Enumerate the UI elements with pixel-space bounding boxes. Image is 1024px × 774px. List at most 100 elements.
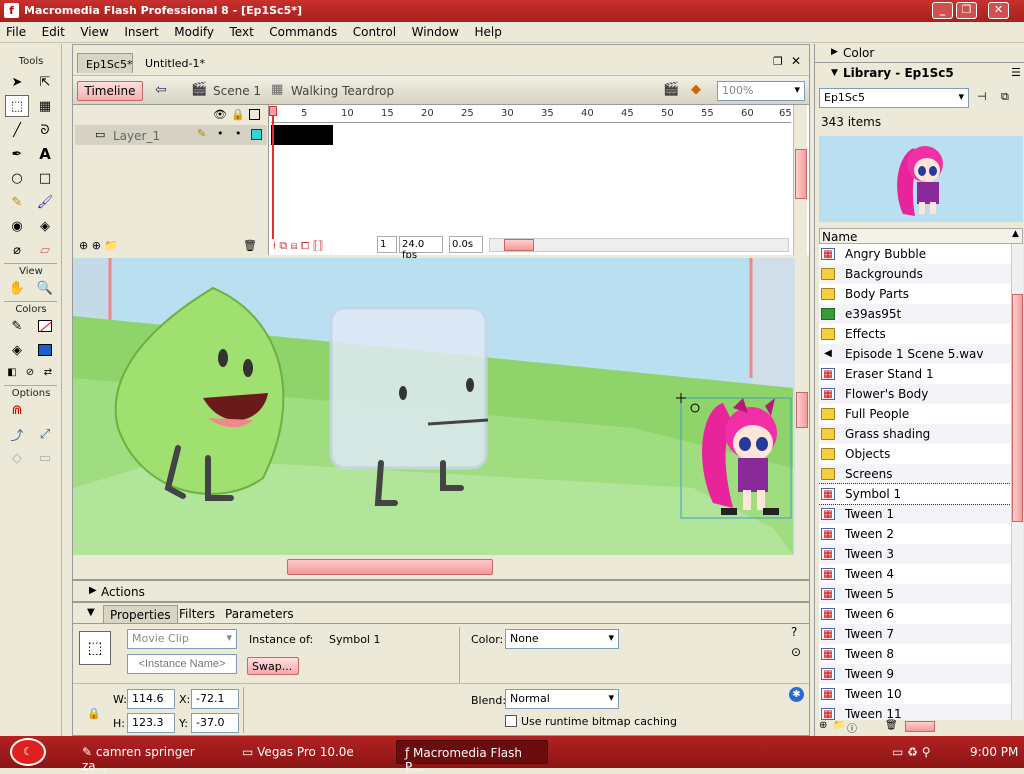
library-item[interactable]: ▦ Tween 11: [819, 704, 1011, 720]
library-item[interactable]: ▦ Tween 2: [819, 524, 1011, 544]
color-panel-arrow-icon[interactable]: ▶: [831, 47, 838, 57]
edit-symbol-icon[interactable]: ◆: [691, 82, 701, 97]
library-item[interactable]: Objects: [819, 444, 1011, 464]
menu-modify[interactable]: Modify: [168, 22, 220, 42]
tab-filters[interactable]: Filters: [179, 607, 215, 621]
layer-outline-color[interactable]: [251, 129, 262, 140]
layer-lock-dot[interactable]: •: [235, 127, 242, 140]
snap-magnet-icon[interactable]: ⋒: [5, 399, 29, 421]
frame-ruler[interactable]: 1 5 10 15 20 25 30 35 40 45 50 55 60 65: [271, 105, 792, 123]
library-item[interactable]: Body Parts: [819, 284, 1011, 304]
library-item[interactable]: ▦ Angry Bubble: [819, 244, 1011, 264]
library-item[interactable]: ▦ Symbol 1: [819, 483, 1011, 505]
menu-insert[interactable]: Insert: [118, 22, 164, 42]
pencil-tool-icon[interactable]: ✎: [5, 191, 29, 213]
library-item[interactable]: Backgrounds: [819, 264, 1011, 284]
tray-icons[interactable]: ▭ ♻ ⚲: [892, 745, 931, 759]
color-effect-select[interactable]: None: [505, 629, 619, 649]
new-library-icon[interactable]: ⧉: [1001, 90, 1009, 104]
taskbar-item-vegas[interactable]: ▭ Vegas Pro 10.0e: [234, 740, 386, 764]
stroke-color-icon[interactable]: ✎: [5, 315, 29, 337]
stage-hscroll-thumb[interactable]: [287, 559, 493, 575]
instance-name-input[interactable]: [127, 654, 237, 674]
taskbar-item-flash[interactable]: ƒ Macromedia Flash P...: [396, 740, 548, 774]
layer-row[interactable]: ▭ Layer_1 ✎ • •: [75, 125, 267, 145]
library-column-header[interactable]: Name ▲: [819, 228, 1023, 244]
edit-scene-icon[interactable]: 🎬: [663, 82, 679, 97]
timeline-hscroll[interactable]: [489, 238, 789, 252]
library-item[interactable]: ◀ Episode 1 Scene 5.wav: [819, 344, 1011, 364]
free-transform-tool-icon[interactable]: ⬚: [5, 95, 29, 117]
library-menu-icon[interactable]: ☰: [1011, 66, 1021, 79]
library-item[interactable]: ▦ Tween 9: [819, 664, 1011, 684]
close-button[interactable]: ✕: [988, 2, 1009, 19]
accessibility-icon[interactable]: ✱: [789, 687, 804, 702]
menu-text[interactable]: Text: [224, 22, 260, 42]
y-input[interactable]: -37.0: [191, 713, 239, 733]
library-item[interactable]: Full People: [819, 404, 1011, 424]
no-color-icon[interactable]: ⊘: [23, 361, 37, 383]
start-button[interactable]: ☾: [10, 738, 46, 766]
close-doc-icon[interactable]: ✕: [791, 54, 801, 68]
fill-color-icon[interactable]: ◈: [5, 339, 29, 361]
library-item[interactable]: ▦ Tween 3: [819, 544, 1011, 564]
library-item[interactable]: ▦ Flower's Body: [819, 384, 1011, 404]
lasso-tool-icon[interactable]: ᘐ: [33, 119, 57, 141]
insert-layer-icon[interactable]: ⊕ ⊕ 📁: [79, 239, 118, 252]
lock-proportions-icon[interactable]: 🔒: [87, 707, 101, 720]
fill-transform-tool-icon[interactable]: ▦: [33, 95, 57, 117]
edit-icon[interactable]: ⊙: [791, 645, 801, 659]
height-input[interactable]: 123.3: [127, 713, 175, 733]
library-item[interactable]: ▦ Tween 8: [819, 644, 1011, 664]
menu-file[interactable]: File: [0, 22, 32, 42]
library-document-select[interactable]: Ep1Sc5: [819, 88, 969, 108]
tab-parameters[interactable]: Parameters: [225, 607, 294, 621]
playhead[interactable]: [272, 109, 274, 239]
new-symbol-icon[interactable]: ⊕: [819, 720, 827, 731]
stage[interactable]: [73, 258, 795, 555]
lock-icon[interactable]: 🔒: [231, 108, 245, 121]
sort-icon[interactable]: ▲: [1012, 229, 1019, 239]
menu-help[interactable]: Help: [468, 22, 507, 42]
text-tool-icon[interactable]: A: [33, 143, 57, 165]
library-item[interactable]: Grass shading: [819, 424, 1011, 444]
zoom-select[interactable]: 100%: [717, 81, 805, 101]
x-input[interactable]: -72.1: [191, 689, 239, 709]
library-item[interactable]: ▦ Tween 7: [819, 624, 1011, 644]
playhead-handle[interactable]: [269, 106, 277, 116]
restore-button[interactable]: ❐: [956, 2, 977, 19]
help-icon[interactable]: ?: [791, 625, 797, 639]
symbol-breadcrumb[interactable]: Walking Teardrop: [291, 84, 394, 98]
tab-untitled-1[interactable]: Untitled-1*: [137, 53, 213, 73]
properties-info-icon[interactable]: ⓘ: [847, 720, 857, 735]
library-item[interactable]: ▦ Tween 6: [819, 604, 1011, 624]
eye-icon[interactable]: 👁: [213, 108, 227, 121]
restore-doc-icon[interactable]: ❐: [773, 55, 783, 68]
rectangle-tool-icon[interactable]: □: [33, 167, 57, 189]
eyedropper-tool-icon[interactable]: ⌀: [5, 239, 29, 261]
zoom-tool-icon[interactable]: 🔍: [33, 277, 57, 299]
outline-icon[interactable]: [249, 109, 260, 120]
paint-bucket-tool-icon[interactable]: ◈: [33, 215, 57, 237]
stroke-color-swatch[interactable]: [33, 315, 57, 337]
menu-window[interactable]: Window: [406, 22, 465, 42]
taskbar-item-browser[interactable]: ✎ camren springer za...: [74, 740, 224, 773]
subselection-tool-icon[interactable]: ⇱: [33, 71, 57, 93]
swap-colors-icon[interactable]: ⇄: [41, 361, 55, 383]
library-item[interactable]: ▦ Tween 10: [819, 684, 1011, 704]
library-item[interactable]: ▦ Tween 4: [819, 564, 1011, 584]
collapse-arrow-icon[interactable]: ▼: [87, 607, 95, 618]
oval-tool-icon[interactable]: ○: [5, 167, 29, 189]
timeline-toggle-button[interactable]: Timeline: [77, 81, 143, 101]
scale-icon[interactable]: ⤢: [33, 423, 57, 445]
pen-tool-icon[interactable]: ✒: [5, 143, 29, 165]
scene-breadcrumb[interactable]: Scene 1: [213, 84, 261, 98]
rotate-skew-icon[interactable]: ⤴: [5, 423, 29, 445]
pin-library-icon[interactable]: ⊣: [977, 90, 987, 103]
symbol-type-select[interactable]: Movie Clip: [127, 629, 237, 649]
menu-view[interactable]: View: [74, 22, 114, 42]
new-folder-icon[interactable]: 📁: [833, 720, 845, 731]
library-panel-header[interactable]: Library - Ep1Sc5: [843, 66, 954, 80]
color-panel-header[interactable]: Color: [843, 46, 874, 60]
ink-bottle-tool-icon[interactable]: ◉: [5, 215, 29, 237]
